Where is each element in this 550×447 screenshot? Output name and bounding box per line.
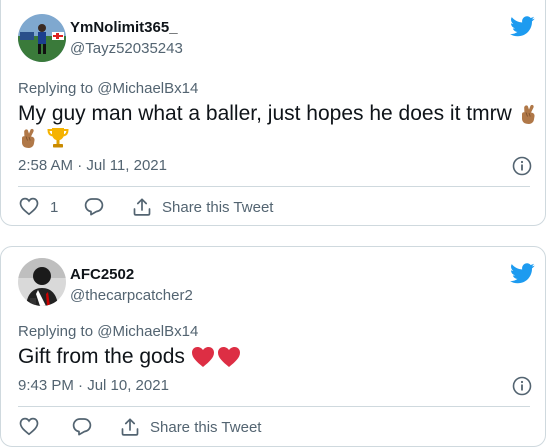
- replying-to-line: Replying to @MichaelBx14: [18, 323, 198, 340]
- share-tweet-button[interactable]: Share this Tweet: [162, 199, 273, 216]
- heart-icon[interactable]: [19, 417, 39, 436]
- replying-prefix: Replying to: [18, 80, 94, 97]
- replying-to-line: Replying to @MichaelBx14: [18, 80, 198, 97]
- red-heart-emoji: [191, 347, 240, 368]
- tweet-card[interactable]: YmNolimit365_ @Tayz52035243 Replying to …: [0, 0, 546, 226]
- replying-prefix: Replying to: [18, 323, 94, 340]
- tweet-card[interactable]: AFC2502 @thecarpcatcher2 Replying to @Mi…: [0, 246, 546, 447]
- crossed-fingers-emoji: [521, 105, 535, 125]
- divider: [18, 186, 530, 187]
- avatar[interactable]: [18, 14, 66, 62]
- like-count[interactable]: 1: [50, 199, 58, 216]
- trophy-emoji: [47, 128, 69, 148]
- twitter-bird-icon[interactable]: [510, 263, 535, 284]
- tweet-text-emoji-row: [18, 126, 70, 150]
- reply-icon[interactable]: [84, 197, 104, 217]
- share-icon[interactable]: [132, 197, 152, 217]
- timestamp[interactable]: 2:58 AM · Jul 11, 2021: [18, 157, 167, 174]
- handle[interactable]: @Tayz52035243: [70, 40, 183, 57]
- heart-icon[interactable]: [19, 197, 39, 216]
- info-icon[interactable]: [512, 156, 532, 176]
- divider: [18, 406, 530, 407]
- tweet-text-body: My guy man what a baller, just hopes he …: [18, 102, 512, 125]
- crossed-fingers-emoji: [22, 128, 35, 149]
- replying-to-mention[interactable]: @MichaelBx14: [97, 323, 198, 340]
- tweet-text: Gift from the gods: [18, 343, 241, 371]
- info-icon[interactable]: [512, 376, 532, 396]
- avatar[interactable]: [18, 258, 66, 306]
- handle[interactable]: @thecarpcatcher2: [70, 287, 193, 304]
- tweet-text: My guy man what a baller, just hopes he …: [18, 100, 538, 128]
- share-tweet-button[interactable]: Share this Tweet: [150, 419, 261, 436]
- display-name[interactable]: AFC2502: [70, 266, 134, 283]
- timestamp[interactable]: 9:43 PM · Jul 10, 2021: [18, 377, 169, 394]
- replying-to-mention[interactable]: @MichaelBx14: [97, 80, 198, 97]
- reply-icon[interactable]: [72, 417, 92, 437]
- tweet-text-body: Gift from the gods: [18, 345, 185, 368]
- twitter-bird-icon[interactable]: [510, 16, 535, 37]
- display-name[interactable]: YmNolimit365_: [70, 19, 178, 36]
- share-icon[interactable]: [120, 417, 140, 437]
